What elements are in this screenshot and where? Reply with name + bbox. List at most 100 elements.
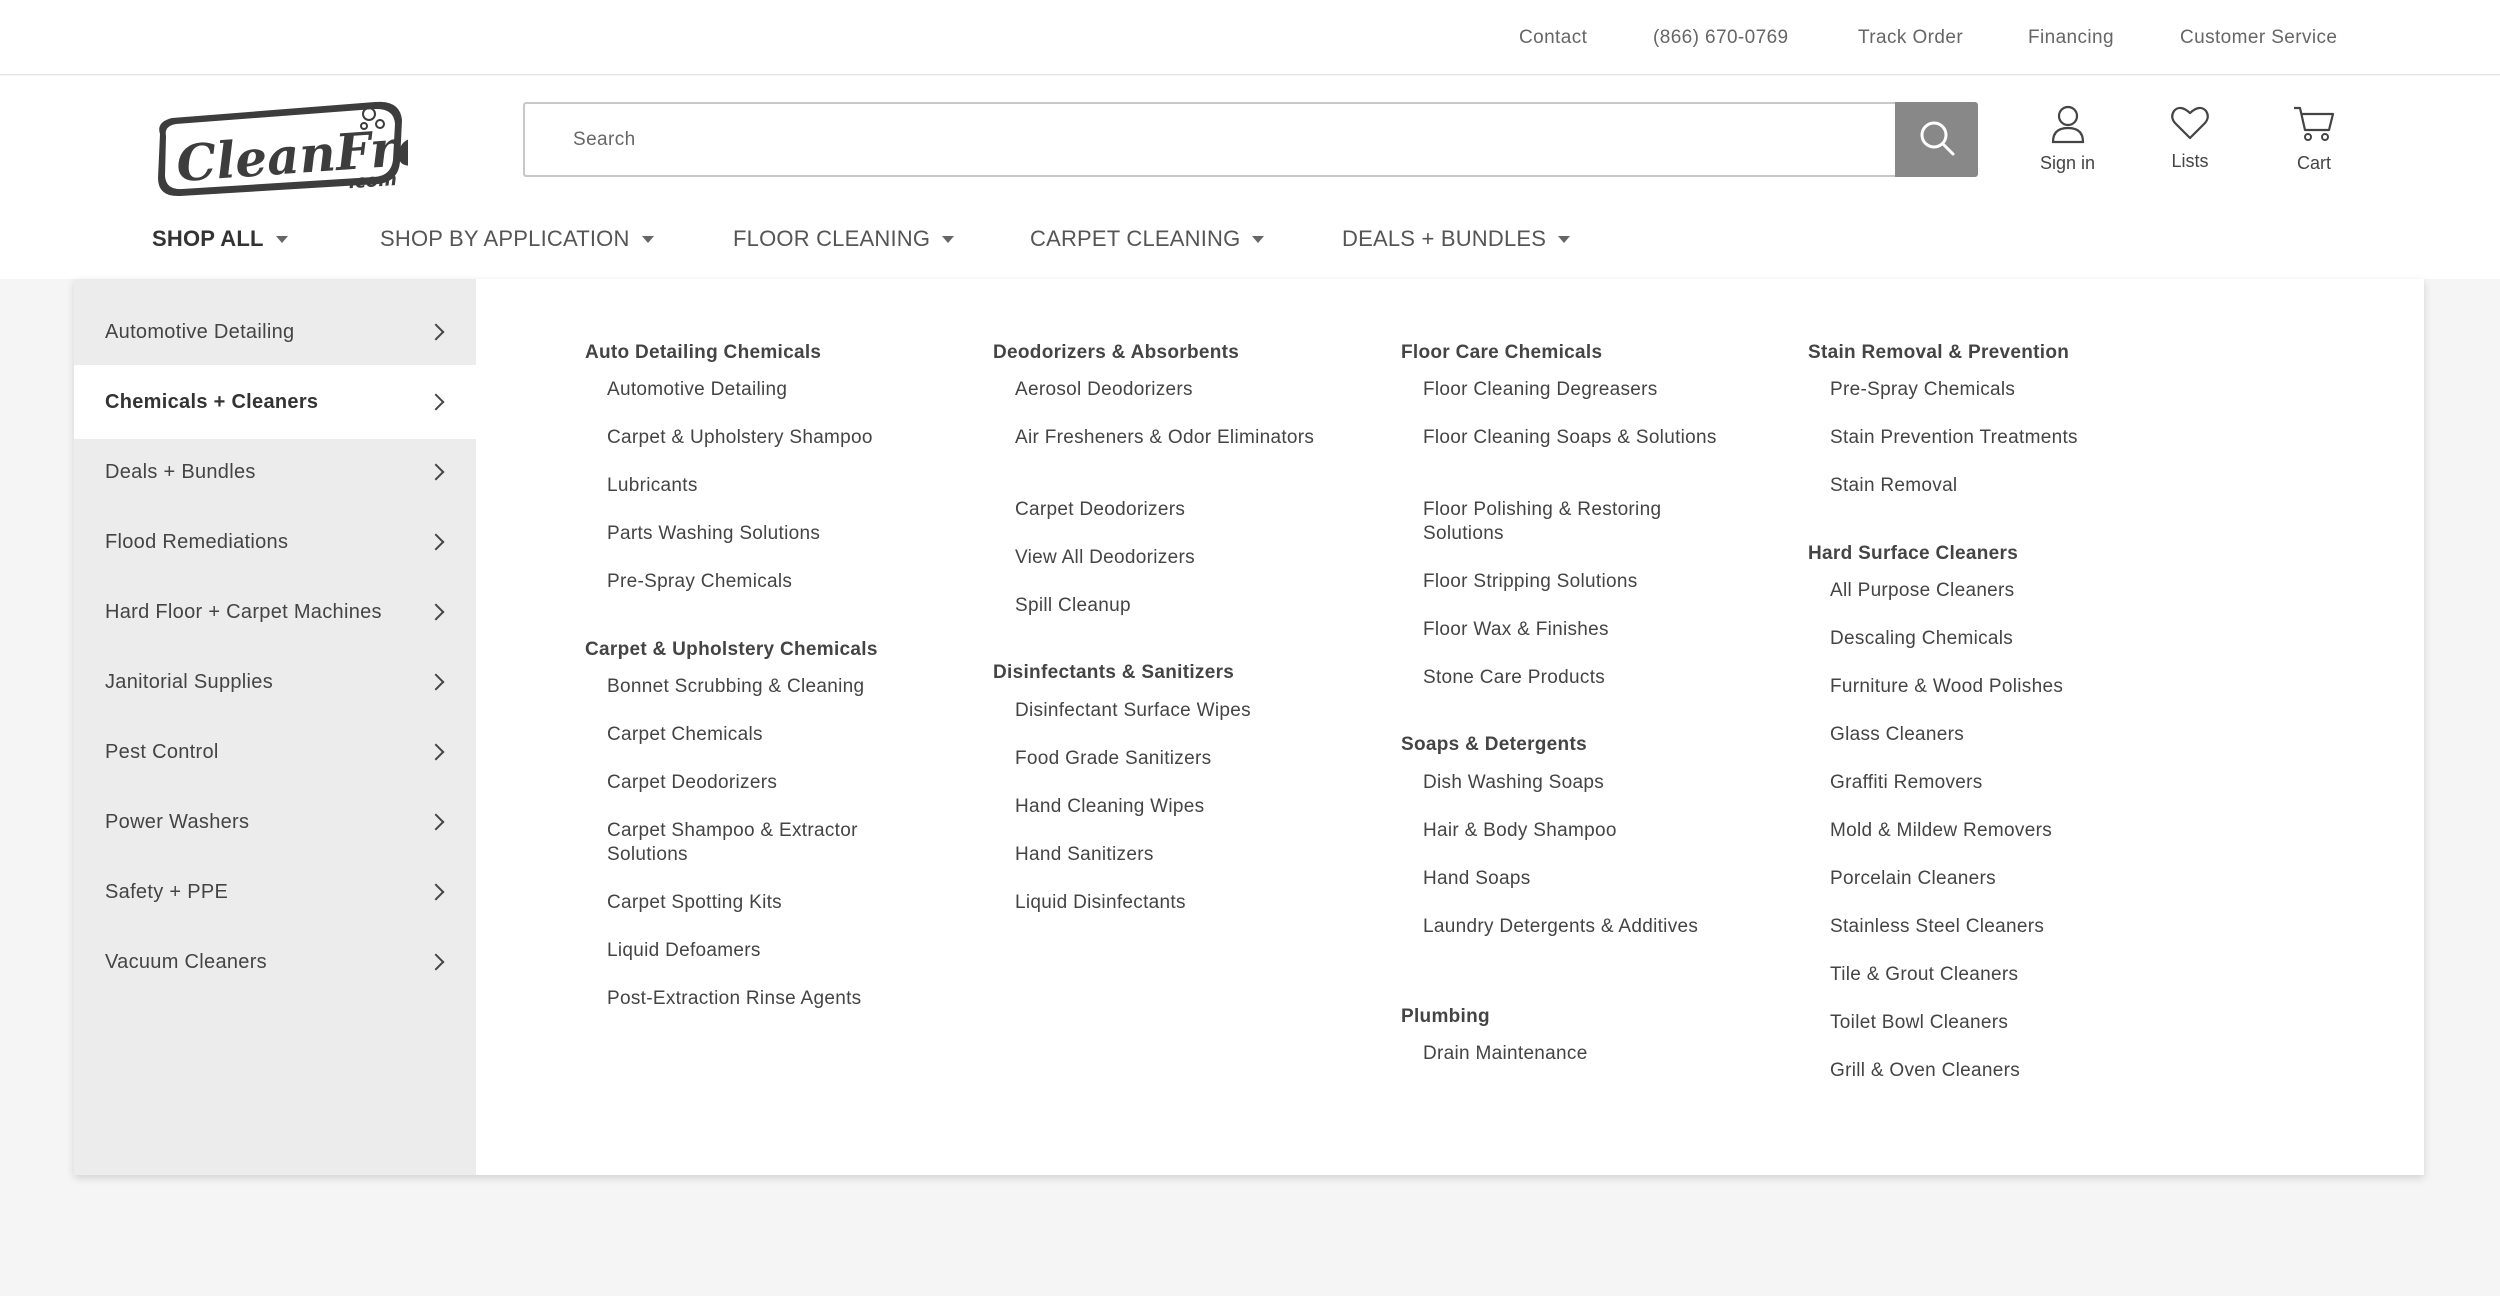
category-heading[interactable]: Floor Care Chemicals	[1401, 342, 1602, 364]
search-input[interactable]	[523, 102, 1895, 177]
subcategory-link[interactable]: Stain Removal	[1830, 474, 2130, 498]
category-heading[interactable]: Stain Removal & Prevention	[1808, 342, 2069, 364]
subcategory-link[interactable]: Liquid Disinfectants	[1015, 891, 1315, 915]
search-icon	[1918, 119, 1956, 160]
cart-label: Cart	[2296, 153, 2331, 173]
heart-icon	[2170, 104, 2210, 147]
subcategory-link[interactable]: Descaling Chemicals	[1830, 627, 2130, 651]
subcategory-link[interactable]: All Purpose Cleaners	[1830, 579, 2130, 603]
subcategory-link[interactable]: Disinfectant Surface Wipes	[1015, 699, 1315, 723]
lists-label: Lists	[2171, 151, 2209, 171]
subcategory-link[interactable]: Hand Soaps	[1423, 867, 1723, 891]
subcategory-link[interactable]: Post-Extraction Rinse Agents	[607, 987, 907, 1011]
chevron-right-icon	[427, 463, 445, 481]
subcategory-link[interactable]: Automotive Detailing	[607, 378, 907, 402]
mega-menu: Automotive Detailing Chemicals + Cleaner…	[74, 279, 2424, 1175]
sidebar-item-label: Hard Floor + Carpet Machines	[105, 600, 382, 623]
subcategory-link[interactable]: Hand Cleaning Wipes	[1015, 795, 1315, 819]
subcategory-link[interactable]: Stain Prevention Treatments	[1830, 426, 2130, 450]
subcategory-link[interactable]: Carpet Chemicals	[607, 723, 907, 747]
subcategory-link[interactable]: Carpet Shampoo & Extractor Solutions	[607, 819, 907, 867]
subcategory-link[interactable]: Bonnet Scrubbing & Cleaning	[607, 675, 907, 699]
category-heading[interactable]: Soaps & Detergents	[1401, 734, 1587, 756]
subcategory-link[interactable]: Grill & Oven Cleaners	[1830, 1059, 2130, 1083]
subcategory-link[interactable]: Hand Sanitizers	[1015, 843, 1315, 867]
category-heading[interactable]: Hard Surface Cleaners	[1808, 543, 2018, 565]
chevron-right-icon	[427, 393, 445, 411]
subcategory-link[interactable]: Hair & Body Shampoo	[1423, 819, 1723, 843]
subcategory-link[interactable]: Air Fresheners & Odor Eliminators	[1015, 426, 1315, 450]
sidebar-item-janitorial-supplies[interactable]: Janitorial Supplies	[74, 647, 476, 717]
sidebar-item-deals-bundles[interactable]: Deals + Bundles	[74, 437, 476, 507]
subcategory-link[interactable]: Pre-Spray Chemicals	[1830, 378, 2130, 402]
subcategory-link[interactable]: Carpet Deodorizers	[1015, 498, 1315, 522]
sidebar-item-flood-remediations[interactable]: Flood Remediations	[74, 507, 476, 577]
subcategory-link[interactable]: Tile & Grout Cleaners	[1830, 963, 2130, 987]
search-button[interactable]	[1895, 102, 1978, 177]
sidebar-item-label: Vacuum Cleaners	[105, 950, 267, 973]
subcategory-link[interactable]: Carpet Spotting Kits	[607, 891, 907, 915]
lists-button[interactable]: Lists	[2170, 104, 2210, 172]
category-heading[interactable]: Disinfectants & Sanitizers	[993, 662, 1234, 684]
subcategory-link[interactable]: Spill Cleanup	[1015, 594, 1315, 618]
sidebar-item-label: Power Washers	[105, 810, 250, 833]
subcategory-link[interactable]: Floor Wax & Finishes	[1423, 618, 1723, 642]
nav-carpet-cleaning[interactable]: CARPET CLEANING	[1030, 226, 1265, 252]
category-heading[interactable]: Deodorizers & Absorbents	[993, 342, 1239, 364]
subcategory-link[interactable]: Stone Care Products	[1423, 666, 1723, 690]
subcategory-link[interactable]: Graffiti Removers	[1830, 771, 2130, 795]
sidebar-item-automotive-detailing[interactable]: Automotive Detailing	[74, 297, 476, 367]
subcategory-link[interactable]: Porcelain Cleaners	[1830, 867, 2130, 891]
subcategory-link[interactable]: Floor Cleaning Degreasers	[1423, 378, 1723, 402]
track-order-link[interactable]: Track Order	[1858, 27, 1963, 49]
financing-link[interactable]: Financing	[2028, 27, 2114, 49]
nav-deals-bundles[interactable]: DEALS + BUNDLES	[1342, 226, 1571, 252]
contact-link[interactable]: Contact	[1519, 27, 1587, 49]
category-heading[interactable]: Auto Detailing Chemicals	[585, 342, 821, 364]
sidebar-item-pest-control[interactable]: Pest Control	[74, 717, 476, 787]
subcategory-link[interactable]: Laundry Detergents & Additives	[1423, 915, 1723, 939]
chevron-right-icon	[427, 883, 445, 901]
subcategory-link[interactable]: Lubricants	[607, 474, 907, 498]
subcategory-link[interactable]: View All Deodorizers	[1015, 546, 1315, 570]
sidebar-item-chemicals-cleaners[interactable]: Chemicals + Cleaners	[74, 365, 476, 439]
nav-floor-cleaning[interactable]: FLOOR CLEANING	[733, 226, 955, 252]
subcategory-link[interactable]: Floor Cleaning Soaps & Solutions	[1423, 426, 1723, 450]
chevron-right-icon	[427, 533, 445, 551]
sidebar-item-vacuum-cleaners[interactable]: Vacuum Cleaners	[74, 927, 476, 997]
sign-in-button[interactable]: Sign in	[2040, 104, 2095, 174]
nav-label: SHOP BY APPLICATION	[380, 226, 630, 251]
subcategory-link[interactable]: Food Grade Sanitizers	[1015, 747, 1315, 771]
cart-button[interactable]: Cart	[2292, 104, 2336, 174]
sidebar-item-hard-floor-carpet-machines[interactable]: Hard Floor + Carpet Machines	[74, 577, 476, 647]
subcategory-link[interactable]: Floor Stripping Solutions	[1423, 570, 1723, 594]
category-heading[interactable]: Carpet & Upholstery Chemicals	[585, 639, 878, 661]
subcategory-link[interactable]: Mold & Mildew Removers	[1830, 819, 2130, 843]
caret-down-icon	[1252, 235, 1265, 243]
cleanfreak-logo[interactable]: CleanFreak .com	[150, 92, 497, 200]
nav-shop-by-application[interactable]: SHOP BY APPLICATION	[380, 226, 654, 252]
subcategory-link[interactable]: Pre-Spray Chemicals	[607, 570, 907, 594]
user-icon	[2050, 104, 2086, 149]
customer-service-link[interactable]: Customer Service	[2180, 27, 2337, 49]
subcategory-link[interactable]: Dish Washing Soaps	[1423, 771, 1723, 795]
sidebar-item-safety-ppe[interactable]: Safety + PPE	[74, 857, 476, 927]
sidebar-item-label: Deals + Bundles	[105, 460, 256, 483]
sidebar-item-label: Safety + PPE	[105, 880, 229, 903]
subcategory-link[interactable]: Stainless Steel Cleaners	[1830, 915, 2130, 939]
nav-shop-all[interactable]: SHOP ALL	[152, 226, 288, 252]
subcategory-link[interactable]: Parts Washing Solutions	[607, 522, 907, 546]
sidebar-item-power-washers[interactable]: Power Washers	[74, 787, 476, 857]
subcategory-link[interactable]: Carpet & Upholstery Shampoo	[607, 426, 907, 450]
subcategory-link[interactable]: Liquid Defoamers	[607, 939, 907, 963]
subcategory-link[interactable]: Glass Cleaners	[1830, 723, 2130, 747]
subcategory-link[interactable]: Floor Polishing & Restoring Solutions	[1423, 498, 1723, 546]
cart-icon	[2292, 104, 2336, 149]
subcategory-link[interactable]: Toilet Bowl Cleaners	[1830, 1011, 2130, 1035]
phone-link[interactable]: (866) 670-0769	[1653, 27, 1789, 49]
subcategory-link[interactable]: Carpet Deodorizers	[607, 771, 907, 795]
category-heading[interactable]: Plumbing	[1401, 1006, 1490, 1028]
subcategory-link[interactable]: Furniture & Wood Polishes	[1830, 675, 2130, 699]
subcategory-link[interactable]: Aerosol Deodorizers	[1015, 378, 1315, 402]
subcategory-link[interactable]: Drain Maintenance	[1423, 1042, 1723, 1066]
